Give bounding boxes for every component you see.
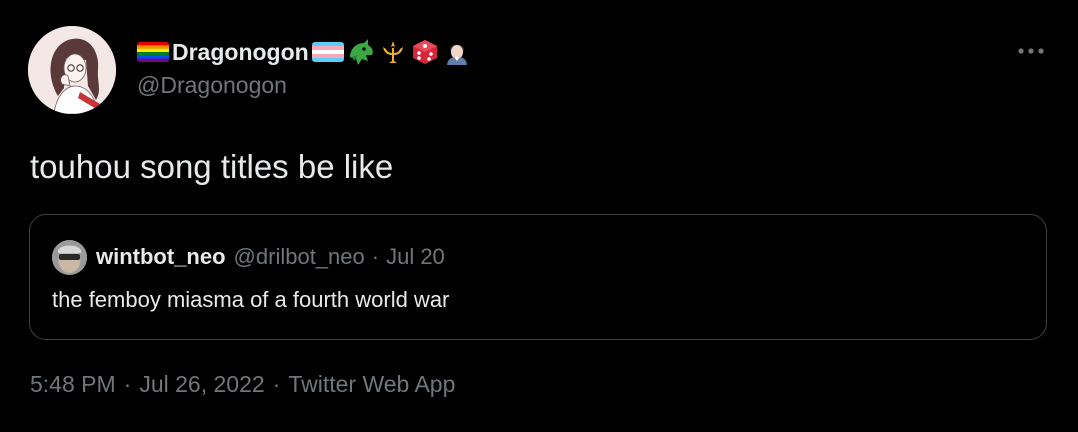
tweet-meta: 5:48 PM · Jul 26, 2022 · Twitter Web App [30, 371, 455, 398]
trident-emblem-icon [378, 37, 408, 67]
quote-header: wintbot_neo @drilbot_neo · Jul 20 [52, 239, 445, 275]
quote-handle[interactable]: @drilbot_neo [234, 244, 365, 270]
author-display-name[interactable]: Dragonogon [172, 39, 309, 66]
tweet: Dragonogon @Dragonogon touhou song title… [0, 0, 1078, 432]
meta-separator: · [123, 371, 132, 397]
more-options-button[interactable] [1014, 34, 1048, 68]
dragon-face-icon [346, 37, 376, 67]
rainbow-flag-icon [137, 42, 169, 62]
more-horizontal-icon [1018, 48, 1044, 54]
author-name-row[interactable]: Dragonogon [137, 38, 472, 66]
tweet-text: touhou song titles be like [30, 148, 394, 185]
transgender-flag-icon [311, 42, 344, 62]
quote-date[interactable]: Jul 20 [386, 244, 445, 270]
quote-text: the femboy miasma of a fourth world war [52, 287, 450, 312]
author-avatar[interactable] [28, 26, 116, 114]
quote-avatar[interactable] [52, 239, 87, 275]
tweet-time[interactable]: 5:48 PM [30, 371, 116, 398]
author-header: Dragonogon @Dragonogon [137, 38, 472, 99]
author-handle[interactable]: @Dragonogon [137, 72, 472, 99]
game-die-icon [410, 37, 440, 67]
quoted-tweet[interactable]: wintbot_neo @drilbot_neo · Jul 20 the fe… [29, 214, 1047, 340]
person-icon [442, 37, 472, 67]
quote-separator: · [371, 244, 380, 269]
tweet-source[interactable]: Twitter Web App [288, 371, 455, 398]
quote-display-name[interactable]: wintbot_neo [96, 244, 226, 270]
meta-separator: · [272, 371, 281, 397]
tweet-date[interactable]: Jul 26, 2022 [139, 371, 264, 398]
